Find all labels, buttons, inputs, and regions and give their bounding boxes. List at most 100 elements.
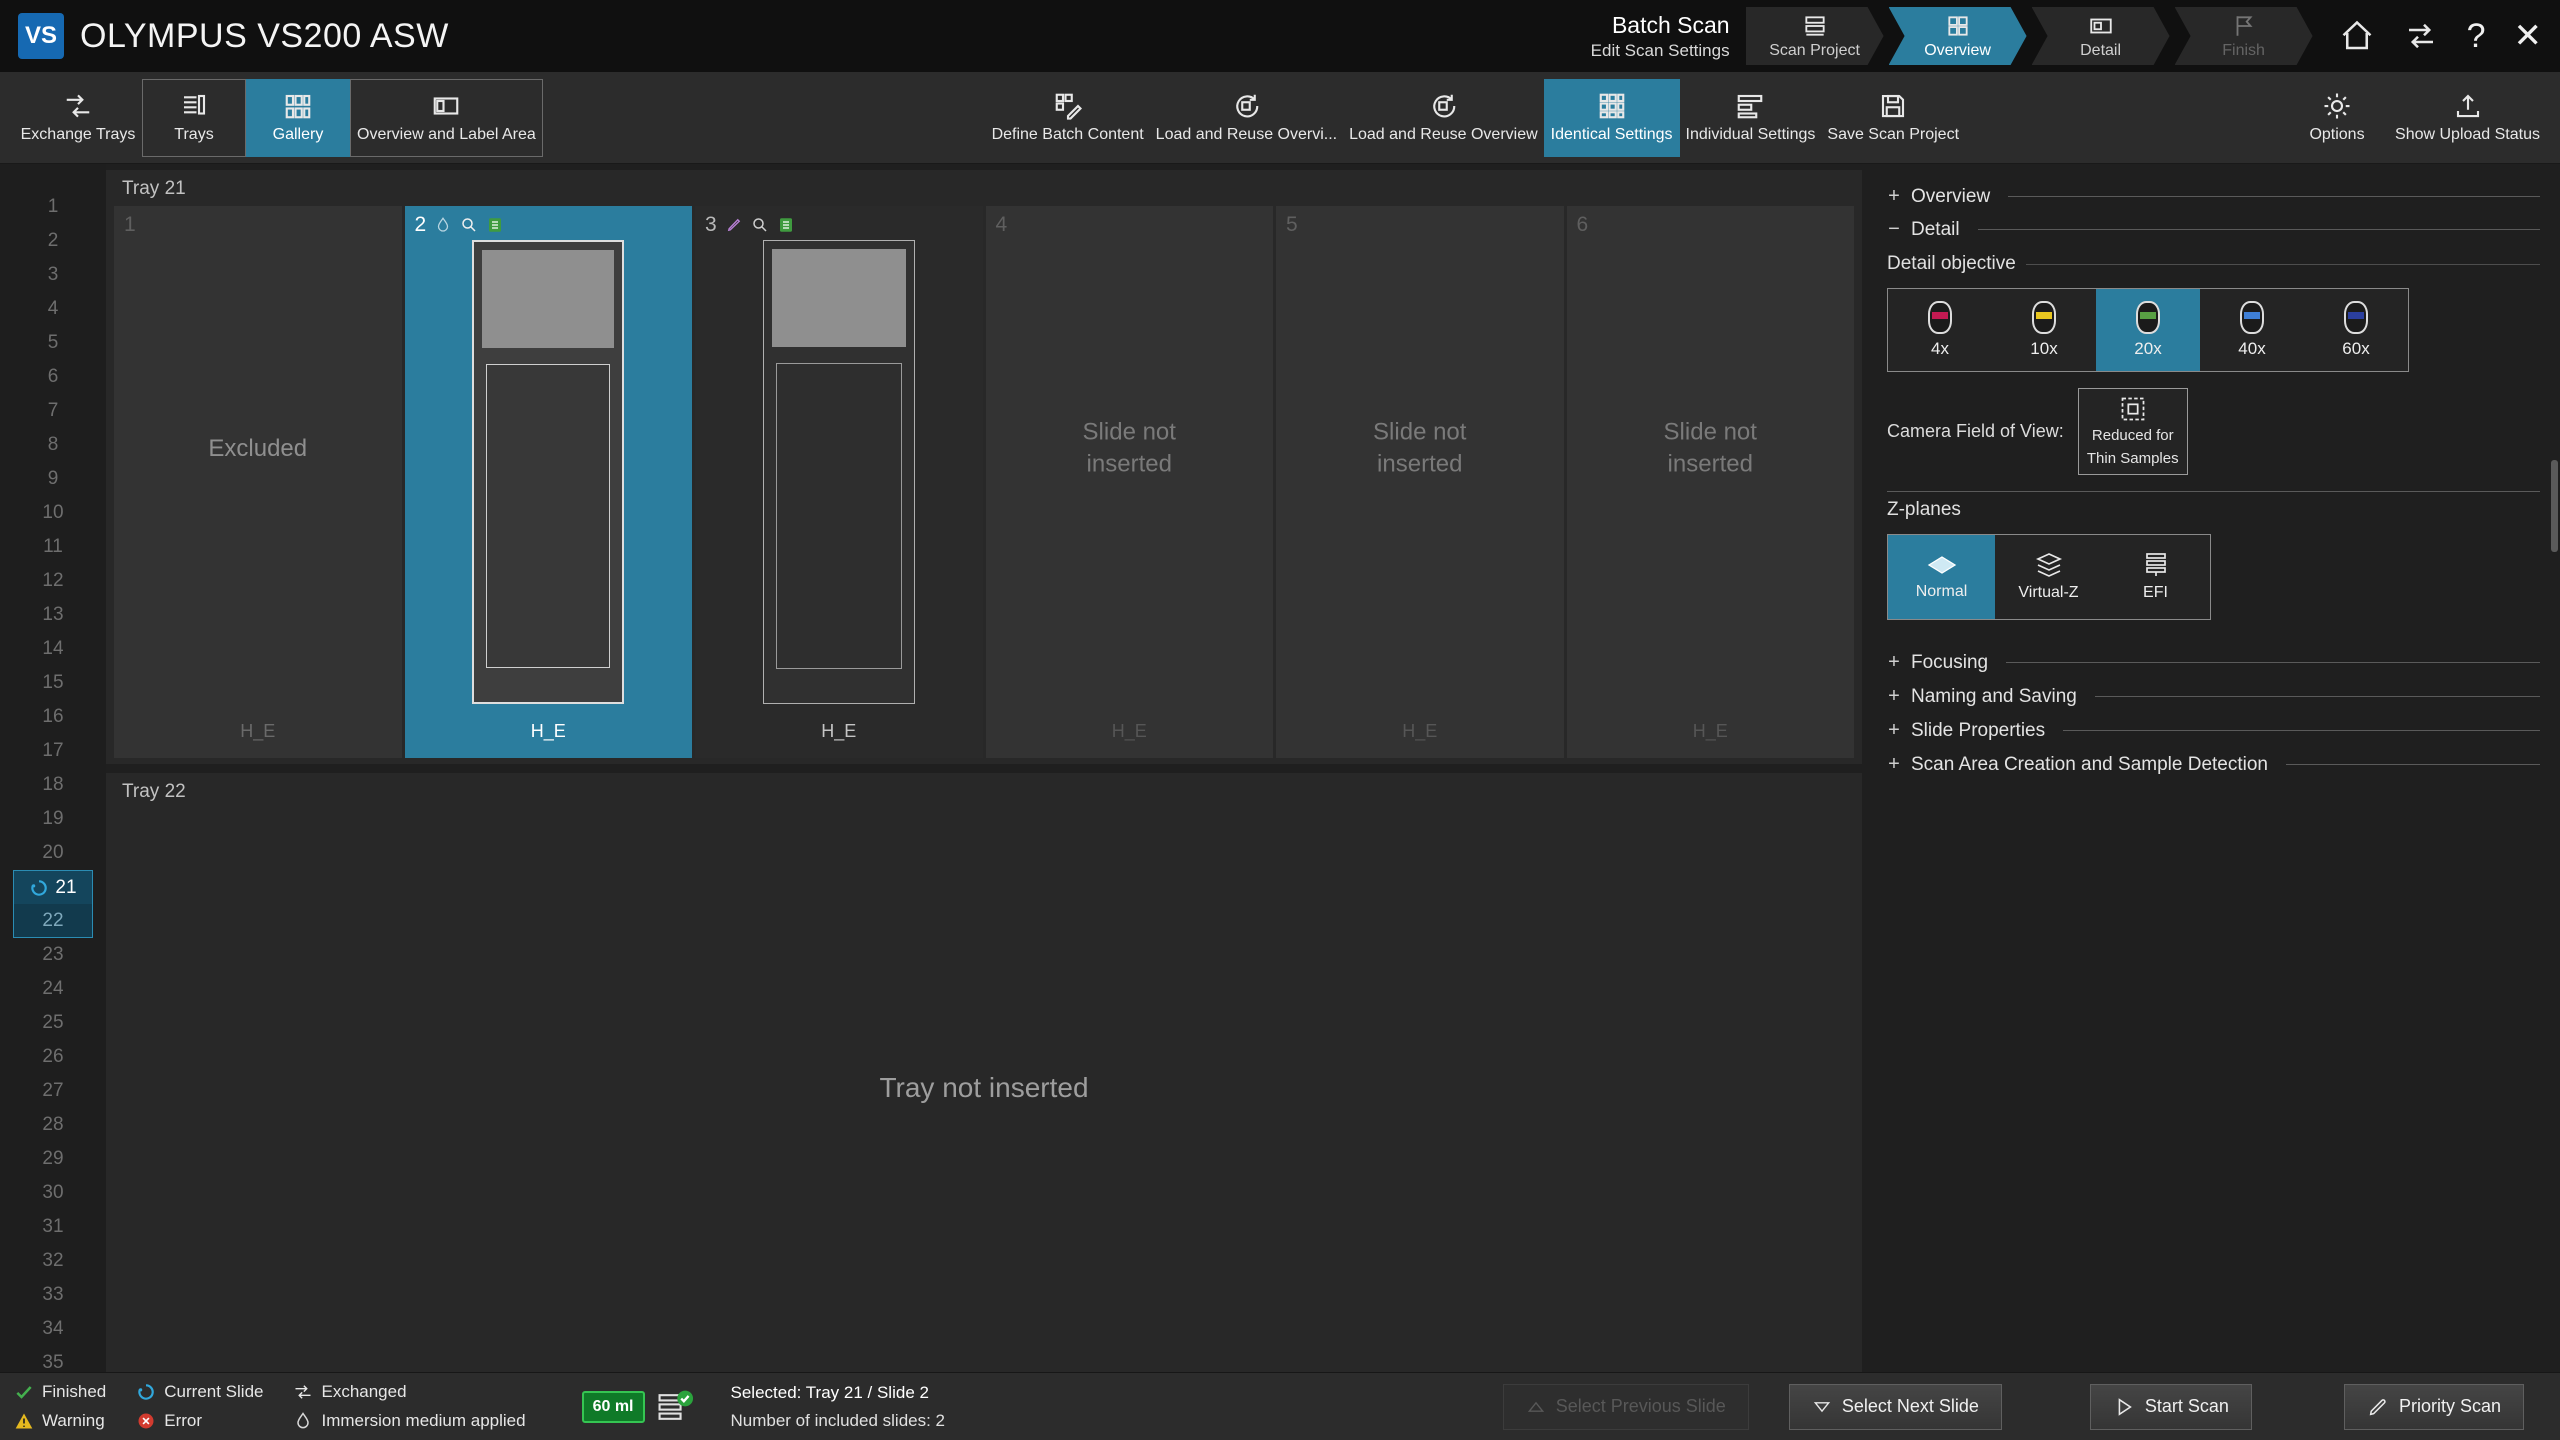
section-slide-properties[interactable]: + Slide Properties <box>1887 714 2540 747</box>
tray-number-22[interactable]: 22 <box>13 904 93 938</box>
tray-22-section: Tray 22 Tray not inserted <box>106 773 1862 1372</box>
tray-number-2[interactable]: 2 <box>13 224 93 258</box>
tray-number-3[interactable]: 3 <box>13 258 93 292</box>
slide-cell-3[interactable]: 3 H_E <box>695 206 983 758</box>
tray-number-14[interactable]: 14 <box>13 632 93 666</box>
tray-number-6[interactable]: 6 <box>13 360 93 394</box>
barcode-doc-icon <box>777 216 795 234</box>
workflow-steps: Scan Project Overview Detail Finish <box>1746 7 2313 65</box>
load-reuse-overview-button-1[interactable]: Load and Reuse Overvi... <box>1150 79 1343 157</box>
tray-number-23[interactable]: 23 <box>13 938 93 972</box>
zplane-normal-button[interactable]: Normal <box>1888 535 1995 619</box>
tray-number-24[interactable]: 24 <box>13 972 93 1006</box>
show-upload-status-button[interactable]: Show Upload Status <box>2389 79 2546 157</box>
objective-60x-button[interactable]: 60x <box>2304 289 2408 371</box>
step-scan-project[interactable]: Scan Project <box>1746 7 1884 65</box>
select-next-slide-button[interactable]: Select Next Slide <box>1789 1384 2002 1430</box>
transfer-icon[interactable] <box>2403 18 2439 54</box>
tray-number-34[interactable]: 34 <box>13 1312 93 1346</box>
section-label: Naming and Saving <box>1911 686 2077 708</box>
objective-20x-button[interactable]: 20x <box>2096 289 2200 371</box>
tray-number-4[interactable]: 4 <box>13 292 93 326</box>
save-scan-project-button[interactable]: Save Scan Project <box>1821 79 1965 157</box>
zplane-efi-button[interactable]: EFI <box>2102 535 2209 619</box>
help-icon[interactable]: ? <box>2467 19 2486 53</box>
slide-cell-2[interactable]: 2 H_E <box>405 206 693 758</box>
zplane-virtualz-button[interactable]: Virtual-Z <box>1995 535 2102 619</box>
tray-number-7[interactable]: 7 <box>13 394 93 428</box>
legend-exchanged: Exchanged <box>293 1382 525 1402</box>
tray-number-13[interactable]: 13 <box>13 598 93 632</box>
section-scan-area-creation[interactable]: + Scan Area Creation and Sample Detectio… <box>1887 748 2540 781</box>
slide-cell-4[interactable]: 4 Slide not inserted H_E <box>986 206 1274 758</box>
step-detail[interactable]: Detail <box>2032 7 2170 65</box>
upload-icon <box>2453 91 2483 121</box>
included-slides-text: Number of included slides: 2 <box>731 1411 946 1431</box>
slide-label: H_E <box>114 721 402 742</box>
gallery-button[interactable]: Gallery <box>246 79 350 157</box>
home-icon[interactable] <box>2339 18 2375 54</box>
tray-number-30[interactable]: 30 <box>13 1176 93 1210</box>
tray-number-11[interactable]: 11 <box>13 530 93 564</box>
identical-settings-button[interactable]: Identical Settings <box>1544 79 1680 157</box>
slide-cell-5[interactable]: 5 Slide not inserted H_E <box>1276 206 1564 758</box>
tray-number-19[interactable]: 19 <box>13 802 93 836</box>
panel-scrollbar[interactable] <box>2551 460 2558 552</box>
toolbar-label: Options <box>2309 126 2364 144</box>
slide-cell-1[interactable]: 1 Excluded H_E <box>114 206 402 758</box>
close-icon[interactable]: ✕ <box>2514 19 2543 53</box>
tray-number-15[interactable]: 15 <box>13 666 93 700</box>
priority-scan-button[interactable]: Priority Scan <box>2344 1384 2524 1430</box>
section-label: Slide Properties <box>1911 720 2045 742</box>
section-detail[interactable]: − Detail <box>1887 213 2540 246</box>
options-button[interactable]: Options <box>2285 79 2389 157</box>
tray-number-17[interactable]: 17 <box>13 734 93 768</box>
individual-settings-button[interactable]: Individual Settings <box>1680 79 1822 157</box>
trays-button[interactable]: Trays <box>142 79 246 157</box>
start-scan-button[interactable]: Start Scan <box>2090 1384 2252 1430</box>
toolbar-label: Gallery <box>273 126 324 144</box>
tray-number-35[interactable]: 35 <box>13 1346 93 1372</box>
select-previous-slide-button[interactable]: Select Previous Slide <box>1503 1384 1749 1430</box>
define-batch-content-button[interactable]: Define Batch Content <box>986 79 1150 157</box>
tray-number-12[interactable]: 12 <box>13 564 93 598</box>
section-naming-and-saving[interactable]: + Naming and Saving <box>1887 680 2540 713</box>
slide-label: H_E <box>405 721 693 742</box>
objective-40x-button[interactable]: 40x <box>2200 289 2304 371</box>
section-overview[interactable]: + Overview <box>1887 180 2540 213</box>
tray-number-31[interactable]: 31 <box>13 1210 93 1244</box>
slide-status: Slide not inserted <box>1059 416 1199 481</box>
tray-number-20[interactable]: 20 <box>13 836 93 870</box>
step-label: Scan Project <box>1769 42 1860 60</box>
load-reuse-icon <box>1231 91 1261 121</box>
tray-number-28[interactable]: 28 <box>13 1108 93 1142</box>
tray-number-10[interactable]: 10 <box>13 496 93 530</box>
tray-number-18[interactable]: 18 <box>13 768 93 802</box>
tray-number-8[interactable]: 8 <box>13 428 93 462</box>
toolbar-left-group: Exchange Trays Trays Gallery Overview an… <box>14 79 543 157</box>
tray-number-1[interactable]: 1 <box>13 190 93 224</box>
tray-number-25[interactable]: 25 <box>13 1006 93 1040</box>
slide-cell-6[interactable]: 6 Slide not inserted H_E <box>1567 206 1855 758</box>
tray-number-29[interactable]: 29 <box>13 1142 93 1176</box>
pen-icon <box>2367 1396 2389 1418</box>
objective-4x-button[interactable]: 4x <box>1888 289 1992 371</box>
tray-number-16[interactable]: 16 <box>13 700 93 734</box>
tray-number-33[interactable]: 33 <box>13 1278 93 1312</box>
section-label: Detail <box>1911 219 1960 241</box>
section-focusing[interactable]: + Focusing <box>1887 646 2540 679</box>
objective-10x-button[interactable]: 10x <box>1992 289 2096 371</box>
step-overview[interactable]: Overview <box>1889 7 2027 65</box>
tray-number-32[interactable]: 32 <box>13 1244 93 1278</box>
exchange-trays-button[interactable]: Exchange Trays <box>14 79 142 157</box>
camera-fov-button[interactable]: Reduced for Thin Samples <box>2078 388 2188 475</box>
tray-number-9[interactable]: 9 <box>13 462 93 496</box>
tray-number-21[interactable]: 21 <box>13 870 93 904</box>
tray-number-26[interactable]: 26 <box>13 1040 93 1074</box>
toolbar-label: Exchange Trays <box>21 126 136 144</box>
overview-and-label-area-button[interactable]: Overview and Label Area <box>350 79 543 157</box>
load-reuse-overview-button-2[interactable]: Load and Reuse Overview <box>1343 79 1544 157</box>
tray-number-27[interactable]: 27 <box>13 1074 93 1108</box>
tray-number-5[interactable]: 5 <box>13 326 93 360</box>
slide-number: 1 <box>124 213 136 237</box>
